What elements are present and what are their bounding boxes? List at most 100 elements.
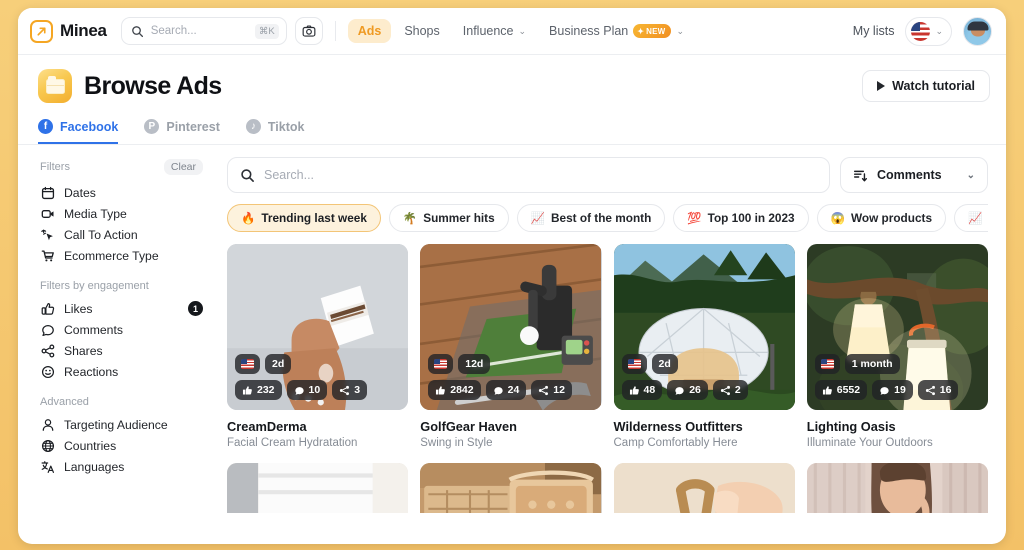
country-tag: [621, 354, 647, 374]
comments-stat: 24: [485, 380, 527, 400]
cursor-click-icon: [40, 228, 55, 242]
ad-thumbnail-row2-1[interactable]: [227, 463, 409, 513]
share-icon: [720, 385, 731, 396]
global-search-input[interactable]: Search... ⌘K: [120, 17, 287, 45]
nav-item-shops-label: Shops: [404, 24, 440, 38]
ad-thumbnail[interactable]: 1 month 6552 19 16: [806, 244, 988, 410]
comment-icon: [879, 385, 890, 396]
sidebar-item-languages[interactable]: Languages: [40, 456, 223, 477]
cart-icon: [40, 249, 55, 263]
likes-count: 2842: [450, 384, 474, 396]
language-selector[interactable]: ⌄: [905, 16, 952, 46]
ad-card-creamderma[interactable]: 2d 232 10 3 CreamDerma Facial Cream Hydr…: [227, 244, 409, 449]
nav-item-business-plan[interactable]: Business Plan ✦ NEW ⌄: [539, 19, 694, 43]
pinterest-icon: P: [144, 119, 160, 134]
shares-stat: 2: [712, 380, 748, 400]
clear-filters-button[interactable]: Clear: [163, 159, 203, 175]
jewelry-box-image: [420, 463, 602, 513]
likes-count: 232: [257, 384, 275, 396]
ad-card-wilderness-outfitters[interactable]: 2d 48 26 2 Wilderness Outfitters Camp Co…: [613, 244, 795, 449]
us-flag-icon: [820, 359, 834, 369]
comments-stat: 26: [667, 380, 708, 400]
ad-thumbnail[interactable]: 2d 48 26 2: [613, 244, 795, 410]
chip-wow-products[interactable]: 😱 Wow products: [816, 204, 946, 232]
nav-item-ads[interactable]: Ads: [347, 19, 392, 43]
ad-stats: 48 26 2: [621, 380, 748, 400]
new-badge-label: NEW: [646, 26, 666, 36]
watch-tutorial-button[interactable]: Watch tutorial: [862, 70, 990, 102]
chip-top-100-in-2023[interactable]: 💯 Top 100 in 2023: [673, 204, 809, 232]
ad-stats: 6552 19 16: [814, 380, 959, 400]
ads-search-input[interactable]: Search...: [227, 157, 830, 193]
tab-facebook[interactable]: f Facebook: [38, 119, 119, 144]
main-toolbar: Search... Comments ⌄: [227, 157, 988, 193]
astonished-face-icon: 😱: [830, 213, 845, 225]
ad-card-subtitle: Swing in Style: [420, 437, 493, 449]
sidebar-item-likes[interactable]: Likes 1: [40, 298, 223, 319]
content-area: Filters Clear Dates Media Type Call To A…: [18, 145, 1006, 513]
ad-thumbnail[interactable]: 12d 2842 24 12: [420, 244, 602, 410]
facebook-icon: f: [38, 119, 53, 134]
user-icon: [40, 418, 55, 432]
sidebar-item-likes-label: Likes: [64, 301, 93, 316]
sort-dropdown-label: Comments: [877, 168, 942, 182]
comments-count: 19: [894, 384, 906, 396]
likes-stat: 232: [235, 380, 282, 400]
advanced-section-label: Advanced: [40, 396, 89, 408]
sidebar-item-ecommerce-type[interactable]: Ecommerce Type: [40, 245, 223, 266]
sidebar-item-ecommerce-type-label: Ecommerce Type: [64, 248, 159, 263]
ads-grid-row-2: [227, 463, 988, 513]
quick-filter-chips: 🔥 Trending last week 🌴 Summer hits 📈 Bes…: [227, 204, 988, 232]
main-nav: Ads Shops Influence ⌄ Business Plan ✦ NE…: [347, 19, 694, 43]
folder-shape: [45, 76, 65, 94]
brand-logo-area[interactable]: Minea: [30, 19, 107, 43]
sidebar-item-comments[interactable]: Comments: [40, 319, 223, 340]
sidebar-item-countries[interactable]: Countries: [40, 435, 223, 456]
tab-pinterest[interactable]: P Pinterest: [144, 119, 220, 144]
comment-icon: [294, 385, 305, 396]
nav-item-shops[interactable]: Shops: [394, 19, 449, 43]
sort-dropdown[interactable]: Comments ⌄: [840, 157, 988, 193]
sidebar-item-reactions[interactable]: Reactions: [40, 361, 223, 382]
likes-count: 6552: [836, 384, 861, 396]
ad-card-golfgear-haven[interactable]: 12d 2842 24 12 GolfGear Haven Swing in S…: [420, 244, 602, 449]
sidebar-item-shares[interactable]: Shares: [40, 340, 223, 361]
shares-count: 16: [939, 384, 952, 396]
ad-card-lighting-oasis[interactable]: 1 month 6552 19 16 Lighting Oasis Illumi…: [806, 244, 988, 449]
sidebar-item-media-type-label: Media Type: [64, 206, 127, 221]
tab-tiktok[interactable]: ♪ Tiktok: [245, 119, 304, 144]
search-shortcut-hint: ⌘K: [254, 23, 279, 39]
likes-stat: 6552: [814, 380, 868, 400]
sidebar-item-call-to-action[interactable]: Call To Action: [40, 224, 223, 245]
sidebar-item-media-type[interactable]: Media Type: [40, 203, 223, 224]
chip-best-of-the-month-2[interactable]: 📈 Best of the month: [954, 204, 988, 232]
us-flag-icon: [911, 21, 931, 41]
comments-count: 26: [689, 384, 701, 396]
toolbar-divider: [334, 21, 336, 41]
image-search-button[interactable]: [294, 17, 323, 45]
chip-best-of-the-month[interactable]: 📈 Best of the month: [516, 204, 666, 232]
comments-stat: 10: [286, 380, 328, 400]
thumbs-up-icon: [629, 385, 640, 396]
comment-icon: [493, 385, 504, 396]
ad-thumbnail[interactable]: 2d 232 10 3: [227, 244, 409, 410]
palm-tree-icon: 🌴: [402, 213, 418, 225]
fire-icon: 🔥: [241, 213, 256, 225]
ad-thumbnail-row2-3[interactable]: [613, 463, 795, 513]
app-window: Minea Search... ⌘K Ads Shops Influence ⌄…: [18, 8, 1006, 544]
comments-stat: 19: [872, 380, 913, 400]
sidebar-item-shares-label: Shares: [64, 343, 103, 358]
chevron-down-icon: ⌄: [676, 25, 684, 36]
nav-item-business-plan-label: Business Plan: [549, 24, 629, 38]
ad-meta-tags: 2d: [621, 354, 678, 374]
ad-thumbnail-row2-2[interactable]: [420, 463, 602, 513]
my-lists-link[interactable]: My lists: [853, 24, 895, 38]
sidebar-item-targeting-audience[interactable]: Targeting Audience: [40, 414, 223, 435]
chip-summer-hits[interactable]: 🌴 Summer hits: [388, 204, 509, 232]
chip-trending-last-week[interactable]: 🔥 Trending last week: [227, 204, 381, 232]
ad-thumbnail-row2-4[interactable]: [806, 463, 988, 513]
nav-item-influence[interactable]: Influence ⌄: [453, 19, 536, 43]
sidebar-item-dates[interactable]: Dates: [40, 182, 223, 203]
user-avatar[interactable]: [963, 16, 992, 46]
minea-logo-icon: [30, 19, 53, 43]
